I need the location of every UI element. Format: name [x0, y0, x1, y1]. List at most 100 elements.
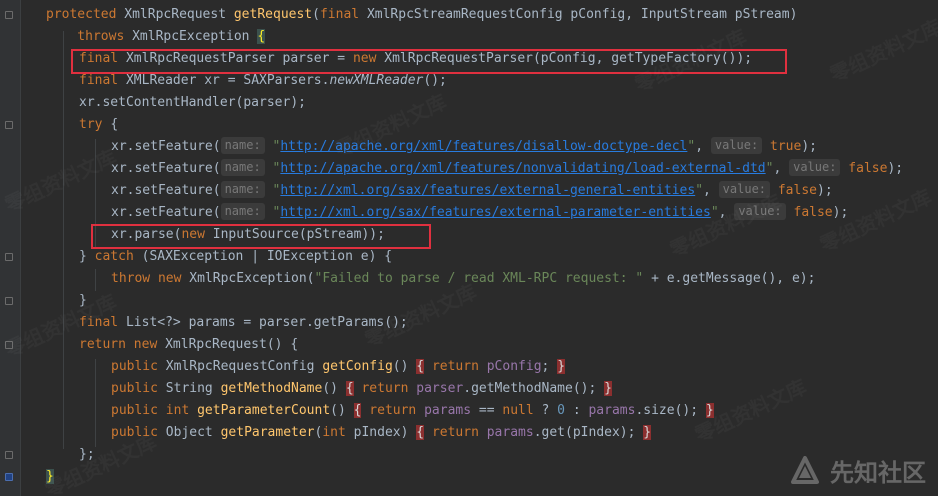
- code-token: http://apache.org/xml/features/disallow-…: [280, 139, 688, 154]
- code-token: xr.setFeature(: [111, 183, 221, 198]
- code-token: return: [369, 403, 425, 418]
- parameter-hint: value:: [710, 137, 763, 154]
- code-token: {: [345, 381, 354, 396]
- code-editor[interactable]: protected XmlRpcRequest getRequest(final…: [0, 0, 938, 496]
- code-token: null: [502, 403, 542, 418]
- code-token: List<?> params = parser.getParams();: [125, 315, 408, 330]
- code-token: xr.parse(: [111, 227, 182, 242]
- code-token: return new: [79, 337, 166, 352]
- code-token: new: [352, 51, 385, 66]
- code-token: getParameter: [220, 425, 315, 440]
- code-token: xr.setContentHandler(parser);: [79, 95, 306, 110]
- code-token: 0: [557, 403, 565, 418]
- code-line[interactable]: throw new XmlRpcException("Failed to par…: [111, 268, 815, 289]
- code-token: :: [565, 403, 589, 418]
- code-token: ,: [695, 139, 711, 154]
- code-token: + e.getMessage(), e);: [643, 271, 816, 286]
- code-token: return: [431, 359, 487, 374]
- code-token: false: [848, 161, 888, 176]
- code-token: XmlRpcRequestParser(pConfig, getTypeFact…: [384, 51, 753, 66]
- code-line[interactable]: xr.setContentHandler(parser);: [79, 92, 306, 113]
- code-token: parser: [416, 381, 464, 396]
- code-token: false: [777, 183, 817, 198]
- code-token: try: [79, 117, 111, 132]
- indent-guide: [63, 31, 64, 449]
- code-area[interactable]: protected XmlRpcRequest getRequest(final…: [0, 0, 938, 496]
- code-token: (SAXException | IOException e) {: [141, 249, 393, 264]
- code-token: xr.setFeature(: [111, 139, 221, 154]
- code-token: XmlRpcException: [132, 29, 258, 44]
- code-token: final: [319, 7, 367, 22]
- code-line[interactable]: final XmlRpcRequestParser parser = new X…: [79, 48, 752, 69]
- code-token: XmlRpcRequest: [124, 7, 234, 22]
- code-line[interactable]: public String getMethodName() { return p…: [111, 378, 612, 399]
- code-token: throws: [46, 29, 133, 44]
- code-line[interactable]: };: [79, 444, 95, 465]
- code-token: .getMethodName();: [463, 381, 605, 396]
- code-line[interactable]: xr.parse(new InputSource(pStream));: [111, 224, 385, 245]
- code-token: catch: [94, 249, 142, 264]
- code-token: public: [111, 359, 166, 374]
- code-token: ": [687, 139, 696, 154]
- code-token: );: [832, 205, 849, 220]
- code-token: getMethodName: [220, 381, 323, 396]
- code-token: getConfig: [322, 359, 393, 374]
- code-token: XmlRpcRequestConfig: [165, 359, 323, 374]
- code-token: pIndex): [353, 425, 417, 440]
- code-token: }: [46, 469, 54, 484]
- code-token: ": [695, 183, 704, 198]
- code-token: final: [79, 73, 126, 88]
- code-line[interactable]: public XmlRpcRequestConfig getConfig() {…: [111, 356, 566, 377]
- code-line[interactable]: xr.setFeature(name: "http://xml.org/sax/…: [111, 202, 848, 223]
- code-token: params: [486, 425, 534, 440]
- code-line[interactable]: protected XmlRpcRequest getRequest(final…: [46, 4, 797, 25]
- code-line[interactable]: } catch (SAXException | IOException e) {: [79, 246, 392, 267]
- code-line[interactable]: xr.setFeature(name: "http://apache.org/x…: [111, 136, 817, 157]
- code-line[interactable]: throws XmlRpcException {: [46, 26, 266, 47]
- code-token: XmlRpcRequest() {: [165, 337, 299, 352]
- code-line[interactable]: public Object getParameter(int pIndex) {…: [111, 422, 652, 443]
- code-token: (): [322, 381, 346, 396]
- code-token: throw new: [111, 271, 190, 286]
- code-token: ,: [773, 161, 790, 176]
- code-token: };: [79, 447, 95, 462]
- code-line[interactable]: final List<?> params = parser.getParams(…: [79, 312, 408, 333]
- code-token: {: [416, 425, 425, 440]
- code-token: protected: [46, 7, 125, 22]
- code-line[interactable]: }: [79, 290, 87, 311]
- parameter-hint: name:: [220, 159, 265, 176]
- code-token: final: [79, 315, 126, 330]
- code-line[interactable]: return new XmlRpcRequest() {: [79, 334, 298, 355]
- indent-guide: [95, 359, 96, 447]
- code-token: "Failed to parse / read XML-RPC request:…: [314, 271, 644, 286]
- code-token: http://xml.org/sax/features/external-gen…: [280, 183, 696, 198]
- code-line[interactable]: xr.setFeature(name: "http://xml.org/sax/…: [111, 180, 833, 201]
- code-token: http://xml.org/sax/features/external-par…: [280, 205, 711, 220]
- code-token: xr.setFeature(: [111, 161, 221, 176]
- code-line[interactable]: }: [46, 466, 54, 487]
- code-token: xr.setFeature(: [111, 205, 221, 220]
- code-token: XmlRpcStreamRequestConfig pConfig, Input…: [366, 7, 798, 22]
- code-token: {: [257, 29, 266, 44]
- code-line[interactable]: public int getParameterCount() { return …: [111, 400, 714, 421]
- code-token: Object: [165, 425, 221, 440]
- code-token: false: [793, 205, 833, 220]
- code-token: .size();: [635, 403, 706, 418]
- code-line[interactable]: final XMLReader xr = SAXParsers.newXMLRe…: [79, 70, 447, 91]
- parameter-hint: name:: [220, 137, 265, 154]
- code-line[interactable]: try {: [79, 114, 118, 135]
- code-token: pConfig: [486, 359, 542, 374]
- parameter-hint: value:: [789, 159, 841, 176]
- code-line[interactable]: xr.setFeature(name: "http://apache.org/x…: [111, 158, 903, 179]
- code-token: ==: [471, 403, 503, 418]
- code-token: newXMLReader: [329, 73, 424, 88]
- code-token: ;: [541, 359, 558, 374]
- code-token: ();: [423, 73, 447, 88]
- code-token: );: [801, 139, 817, 154]
